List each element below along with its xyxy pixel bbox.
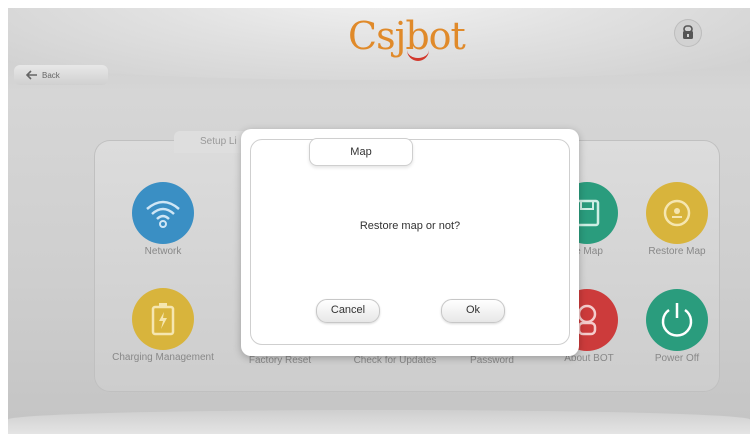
battery-icon (151, 303, 175, 336)
restore-map-label: Restore Map (648, 246, 706, 257)
dialog-message: Restore map or not? (359, 220, 461, 232)
ok-button[interactable]: Ok (441, 299, 505, 323)
user-button[interactable] (674, 19, 702, 47)
dialog-frame: Map (250, 138, 570, 345)
factory-reset-label: Factory Reset (248, 355, 312, 366)
charging-management-label: Charging Management (112, 352, 214, 363)
dialog-title: Map (309, 138, 413, 166)
restore-map-dialog: Map Restore map or not? Cancel Ok (241, 129, 579, 356)
power-off-tile[interactable] (646, 289, 708, 351)
bottom-band (8, 410, 750, 434)
robot-settings-screen: Csjbot Back Setup Li Network Charging Ma… (8, 8, 750, 434)
logo-smile-mark (407, 48, 429, 61)
wifi-icon (146, 200, 180, 228)
power-off-label: Power Off (654, 353, 700, 364)
network-label: Network (144, 246, 182, 257)
cancel-button[interactable]: Cancel (316, 299, 380, 323)
restore-map-tile[interactable] (646, 182, 708, 244)
back-label: Back (42, 70, 60, 80)
app-header: Csjbot (8, 8, 750, 80)
user-lock-icon (683, 25, 693, 39)
back-button[interactable]: Back (14, 65, 108, 85)
back-arrow-icon (26, 70, 37, 80)
csjbot-logo: Csjbot (348, 10, 468, 62)
network-tile[interactable] (132, 182, 194, 244)
charging-management-tile[interactable] (132, 288, 194, 350)
restore-map-icon (663, 199, 691, 227)
power-icon (661, 303, 693, 337)
